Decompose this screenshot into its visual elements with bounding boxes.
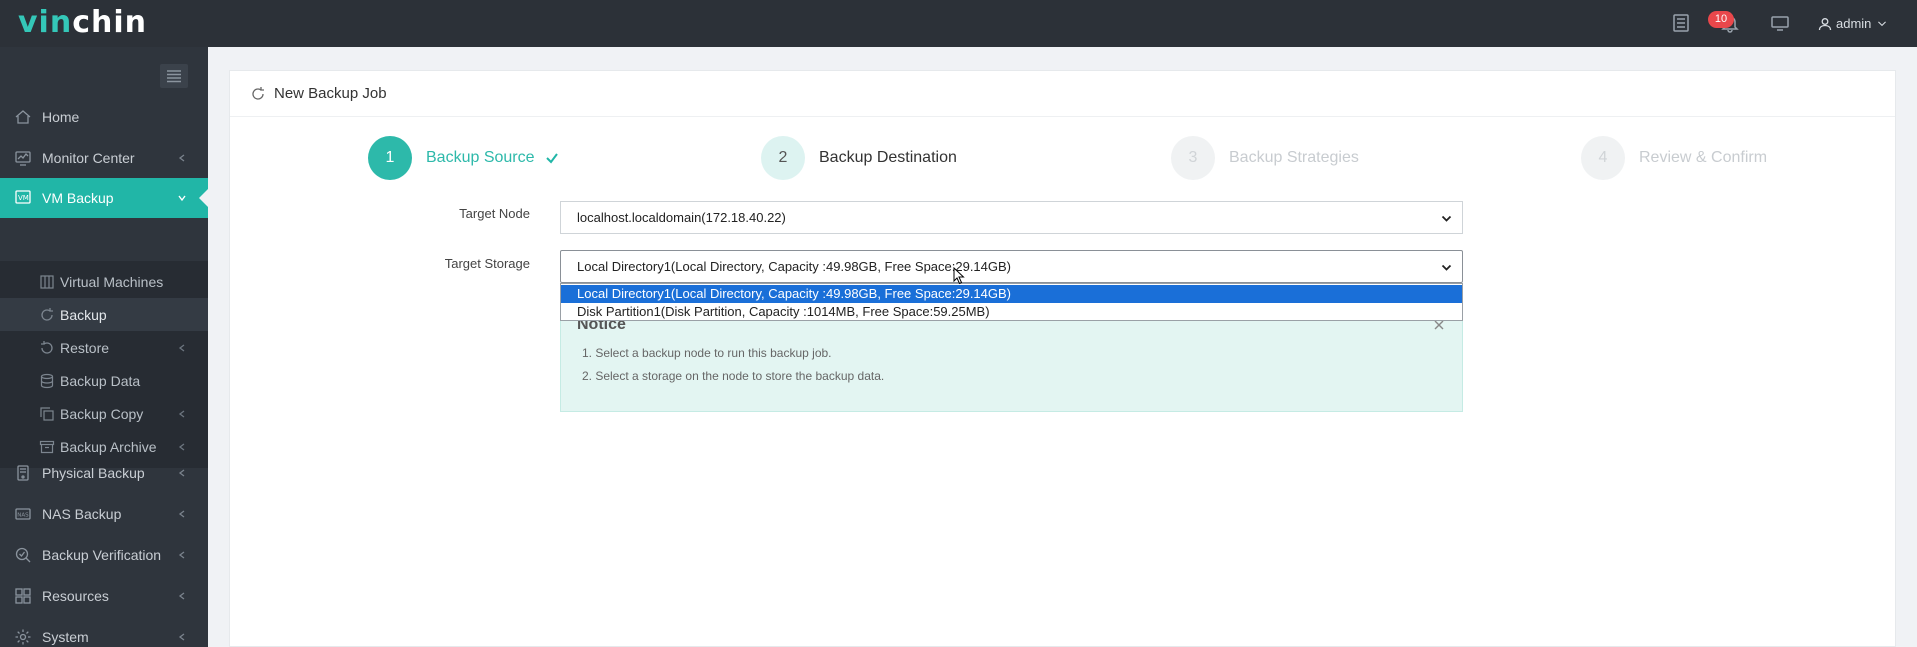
- chevron-left-icon: [178, 409, 186, 418]
- vinchin-logo[interactable]: vinchin: [18, 5, 147, 41]
- sidebar-subitem-label: Backup: [60, 306, 107, 323]
- sidebar-item-physical-backup[interactable]: Physical Backup: [0, 453, 208, 493]
- database-icon: [39, 373, 55, 389]
- step-number: 1: [368, 136, 412, 180]
- sidebar-item-monitor-center[interactable]: Monitor Center: [0, 138, 208, 178]
- menu-toggle-button[interactable]: [160, 64, 188, 88]
- sidebar-item-home[interactable]: Home: [0, 97, 208, 137]
- notice-line: 1. Select a backup node to run this back…: [582, 346, 832, 360]
- chevron-down-icon: [1441, 213, 1452, 224]
- copy-icon: [39, 406, 55, 422]
- mouse-pointer-icon: [953, 267, 965, 285]
- step-number: 2: [761, 136, 805, 180]
- svg-text:VM: VM: [18, 194, 29, 202]
- logo-text-part-a: vin: [18, 5, 73, 40]
- target-storage-value: Local Directory1(Local Directory, Capaci…: [577, 259, 1012, 274]
- sidebar-subitem-backup[interactable]: Backup: [0, 298, 208, 331]
- target-storage-label: Target Storage: [444, 256, 530, 271]
- notice-line: 2. Select a storage on the node to store…: [582, 369, 885, 383]
- sidebar-subitem-label: Virtual Machines: [60, 273, 164, 290]
- resources-grid-icon: [14, 587, 32, 605]
- panel-header: New Backup Job: [230, 71, 1895, 117]
- step-label: Backup Strategies: [1229, 149, 1359, 166]
- top-bar: vinchin 10 admin: [0, 0, 1917, 47]
- sidebar-item-system[interactable]: System: [0, 617, 208, 647]
- svg-text:NAS: NAS: [17, 513, 29, 519]
- step-number: 3: [1171, 136, 1215, 180]
- chevron-left-icon: [178, 343, 186, 352]
- target-node-value: localhost.localdomain(172.18.40.22): [577, 210, 786, 225]
- chevron-left-icon: [178, 442, 186, 451]
- storage-option-local-directory1[interactable]: Local Directory1(Local Directory, Capaci…: [561, 285, 1462, 303]
- sidebar-subitem-restore[interactable]: Restore: [0, 331, 208, 364]
- sidebar-item-label: Home: [42, 109, 80, 125]
- target-storage-dropdown: Local Directory1(Local Directory, Capaci…: [560, 283, 1463, 321]
- sidebar-subitem-virtual-machines[interactable]: Virtual Machines: [0, 265, 208, 298]
- step-label: Backup Source: [426, 149, 535, 166]
- sidebar-item-nas-backup[interactable]: NAS NAS Backup: [0, 494, 208, 534]
- step-label: Backup Destination: [819, 149, 957, 166]
- sidebar-item-label: VM Backup: [42, 190, 114, 206]
- sidebar-item-resources[interactable]: Resources: [0, 576, 208, 616]
- chevron-left-icon: [178, 592, 186, 600]
- verification-icon: [14, 546, 32, 564]
- target-storage-select[interactable]: Local Directory1(Local Directory, Capaci…: [560, 250, 1463, 283]
- home-icon: [14, 108, 32, 126]
- sidebar-item-label: Monitor Center: [42, 150, 135, 166]
- gear-icon: [14, 628, 32, 646]
- sidebar-item-backup-verification[interactable]: Backup Verification: [0, 535, 208, 575]
- chevron-left-icon: [178, 510, 186, 518]
- active-indicator: [199, 188, 209, 208]
- user-icon: [1818, 17, 1832, 30]
- chevron-down-icon: [178, 194, 186, 202]
- target-node-label: Target Node: [459, 206, 530, 221]
- wizard-step-review-confirm[interactable]: 4 Review & Confirm: [1581, 136, 1767, 180]
- vm-backup-submenu: Virtual Machines Backup Restore Backup D…: [0, 261, 208, 468]
- refresh-icon: [250, 86, 266, 102]
- user-name: admin: [1836, 16, 1872, 31]
- storage-option-disk-partition1[interactable]: Disk Partition1(Disk Partition, Capacity…: [561, 303, 1462, 321]
- sidebar-item-label: Resources: [42, 588, 109, 604]
- grid-icon: [39, 274, 55, 290]
- wizard-step-backup-destination[interactable]: 2 Backup Destination: [761, 136, 957, 180]
- target-node-select[interactable]: localhost.localdomain(172.18.40.22): [560, 201, 1463, 234]
- chevron-down-icon: [1441, 262, 1452, 273]
- server-icon: [14, 464, 32, 482]
- chevron-left-icon: [178, 633, 186, 641]
- user-menu[interactable]: admin: [1818, 16, 1887, 31]
- step-label: Review & Confirm: [1639, 149, 1768, 166]
- wizard-step-backup-source[interactable]: 1 Backup Source: [368, 136, 559, 180]
- restore-icon: [39, 340, 55, 356]
- chevron-left-icon: [178, 551, 186, 559]
- sidebar-subitem-label: Backup Copy: [60, 405, 144, 422]
- sidebar-item-label: Backup Verification: [42, 547, 162, 563]
- nas-icon: NAS: [14, 505, 32, 523]
- step-number: 4: [1581, 136, 1625, 180]
- monitor-icon[interactable]: [1770, 13, 1790, 33]
- chevron-left-icon: [178, 469, 186, 477]
- chevron-left-icon: [178, 154, 186, 162]
- wizard-step-backup-strategies[interactable]: 3 Backup Strategies: [1171, 136, 1359, 180]
- sidebar: Home Monitor Center VM VM Backup Virtual…: [0, 47, 209, 647]
- sidebar-subitem-backup-copy[interactable]: Backup Copy: [0, 397, 208, 430]
- hamburger-icon: [167, 70, 181, 83]
- chevron-down-icon: [1878, 20, 1887, 26]
- sidebar-item-label: NAS Backup: [42, 506, 122, 522]
- vm-icon: VM: [14, 189, 32, 207]
- task-list-icon[interactable]: [1671, 13, 1691, 33]
- sidebar-subitem-label: Backup Data: [60, 372, 141, 389]
- sidebar-item-vm-backup[interactable]: VM VM Backup: [0, 178, 209, 218]
- refresh-icon: [39, 307, 55, 323]
- logo-text-part-b: chin: [72, 5, 147, 40]
- page-title: New Backup Job: [274, 85, 387, 102]
- sidebar-subitem-backup-data[interactable]: Backup Data: [0, 364, 208, 397]
- notification-badge[interactable]: 10: [1708, 11, 1734, 28]
- sidebar-item-label: Physical Backup: [42, 465, 145, 481]
- sidebar-item-label: System: [42, 629, 89, 645]
- monitor-chart-icon: [14, 149, 32, 167]
- close-icon[interactable]: [1434, 320, 1444, 330]
- check-icon: [545, 151, 559, 165]
- sidebar-subitem-label: Restore: [60, 339, 110, 356]
